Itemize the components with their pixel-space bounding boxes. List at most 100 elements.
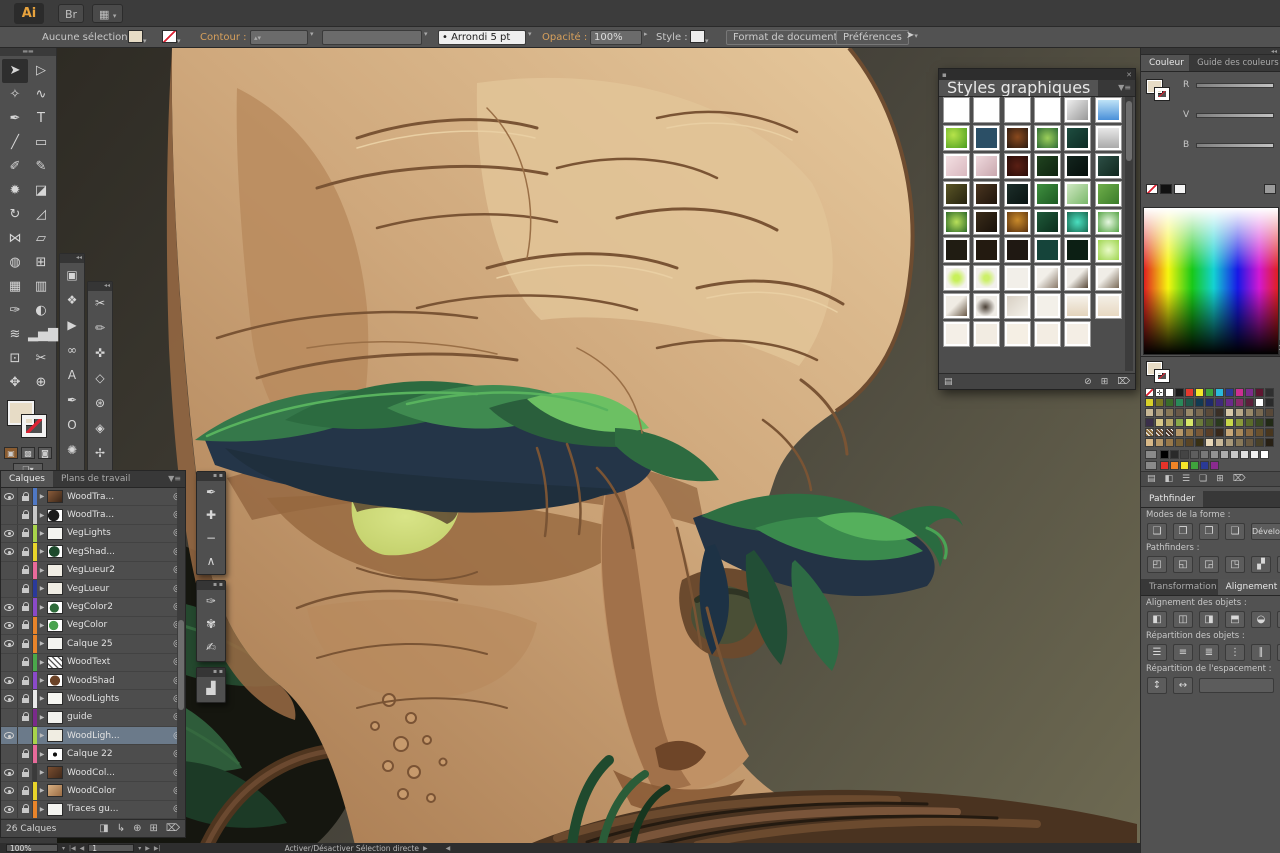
- green-slider[interactable]: V: [1177, 104, 1280, 126]
- color-swatch[interactable]: [1225, 398, 1234, 407]
- graphic-style-swatch[interactable]: [1095, 153, 1122, 179]
- color-group-folder-icon[interactable]: [1145, 461, 1157, 470]
- layer-row[interactable]: ▶VegColor2◎: [1, 598, 185, 616]
- graphic-style-swatch[interactable]: [1064, 321, 1091, 347]
- graphic-style-swatch[interactable]: [1004, 209, 1031, 235]
- rectangle-tool[interactable]: ▭: [28, 131, 54, 155]
- layer-row[interactable]: ▶WoodTra...◎: [1, 506, 185, 524]
- styles-library-icon[interactable]: ▤: [944, 377, 953, 387]
- color-swatch[interactable]: [1255, 388, 1264, 397]
- artboard-nav-field[interactable]: 1: [88, 844, 134, 852]
- graphic-style-swatch[interactable]: [973, 97, 1000, 123]
- color-swatch[interactable]: [1175, 438, 1184, 447]
- mesh-tool[interactable]: ▦: [2, 275, 28, 299]
- draw-inside-icon[interactable]: ◙: [38, 447, 52, 459]
- slice-tool[interactable]: ✂: [28, 347, 54, 371]
- layers-scrollbar[interactable]: [177, 488, 185, 819]
- distribute-bottom-icon[interactable]: ≣: [1199, 644, 1219, 661]
- color-swatch[interactable]: [1170, 461, 1179, 470]
- color-swatch[interactable]: [1210, 450, 1219, 459]
- visibility-toggle[interactable]: [1, 635, 18, 652]
- last-color-icon[interactable]: [1264, 184, 1276, 194]
- smooth-tool-icon[interactable]: ✍: [197, 636, 225, 659]
- graphic-style-swatch[interactable]: [943, 125, 970, 151]
- bridge-icon[interactable]: Br: [58, 4, 84, 23]
- layer-row[interactable]: ▶Calque 22◎: [1, 745, 185, 763]
- graph-palette-grip[interactable]: ▪ ▪: [197, 668, 225, 677]
- color-swatch[interactable]: [1195, 388, 1204, 397]
- collapsed-panel-icon-7[interactable]: ✢: [88, 441, 112, 466]
- eyedropper-tool[interactable]: ✑: [2, 299, 28, 323]
- color-swatch[interactable]: [1195, 418, 1204, 427]
- color-swatch[interactable]: [1175, 388, 1184, 397]
- hand-tool[interactable]: ✥: [2, 371, 28, 395]
- color-swatch[interactable]: [1265, 398, 1274, 407]
- color-swatch[interactable]: [1245, 428, 1254, 437]
- color-swatch[interactable]: [1165, 418, 1174, 427]
- line-segment-tool[interactable]: ╱: [2, 131, 28, 155]
- color-swatch[interactable]: [1155, 438, 1164, 447]
- graphic-style-swatch[interactable]: [1004, 97, 1031, 123]
- color-swatch[interactable]: [1265, 438, 1274, 447]
- zoom-level-field[interactable]: 100%: [6, 844, 58, 852]
- expand-arrow-icon[interactable]: ▶: [37, 493, 47, 500]
- color-swatch[interactable]: [1205, 428, 1214, 437]
- expand-arrow-icon[interactable]: ▶: [37, 751, 47, 758]
- graphic-style-swatch[interactable]: [1064, 153, 1091, 179]
- graphic-style-swatch[interactable]: [973, 153, 1000, 179]
- symbol-sprayer-tool[interactable]: ≋: [2, 323, 28, 347]
- shape-builder-tool[interactable]: ◍: [2, 251, 28, 275]
- distribute-center-v-icon[interactable]: ≡: [1173, 644, 1193, 661]
- divide-icon[interactable]: ◰: [1147, 556, 1167, 573]
- color-swatch[interactable]: [1215, 428, 1224, 437]
- lock-toggle[interactable]: [18, 745, 33, 762]
- graphic-style-swatch[interactable]: [973, 237, 1000, 263]
- expand-arrow-icon[interactable]: ▶: [37, 695, 47, 702]
- graphic-style-swatch[interactable]: [943, 209, 970, 235]
- dock-a-collapse-icon[interactable]: ◂◂: [60, 254, 84, 263]
- graphic-style-swatch[interactable]: [943, 293, 970, 319]
- graphic-style-swatch[interactable]: [1064, 209, 1091, 235]
- collapsed-panel-icon-6[interactable]: ◈: [88, 416, 112, 441]
- color-swatch[interactable]: [1245, 398, 1254, 407]
- color-swatch[interactable]: [1195, 438, 1204, 447]
- color-swatch[interactable]: [1170, 450, 1179, 459]
- expand-arrow-icon[interactable]: ▶: [37, 604, 47, 611]
- width-profile-field[interactable]: [322, 30, 422, 45]
- color-swatch[interactable]: [1265, 408, 1274, 417]
- graphic-style-swatch[interactable]: [973, 125, 1000, 151]
- visibility-toggle[interactable]: [1, 525, 18, 542]
- color-swatch[interactable]: [1165, 388, 1174, 397]
- color-swatch[interactable]: [1205, 438, 1214, 447]
- selection-tool[interactable]: ➤: [2, 59, 28, 83]
- preferences-button[interactable]: Préférences: [836, 30, 909, 45]
- color-swatch[interactable]: [1235, 438, 1244, 447]
- visibility-toggle[interactable]: [1, 654, 18, 671]
- graph-tool-icon[interactable]: ▟: [197, 677, 225, 700]
- color-swatch[interactable]: [1155, 418, 1164, 427]
- graphic-style-swatch[interactable]: [943, 265, 970, 291]
- opacity-dropdown-icon[interactable]: ▸: [644, 30, 648, 38]
- lock-toggle[interactable]: [18, 598, 33, 615]
- distribute-top-icon[interactable]: ☰: [1147, 644, 1167, 661]
- tab-transformation[interactable]: Transformation: [1141, 579, 1218, 595]
- graphic-style-swatch[interactable]: [1064, 265, 1091, 291]
- blob-brush-icon[interactable]: ✾: [197, 613, 225, 636]
- swatch-kinds-icon[interactable]: ◧: [1165, 474, 1174, 484]
- color-swatch[interactable]: [1265, 418, 1274, 427]
- lock-toggle[interactable]: [18, 525, 33, 542]
- color-swatch[interactable]: [1180, 450, 1189, 459]
- align-center-v-icon[interactable]: ◒: [1251, 611, 1271, 628]
- make-clip-mask-icon[interactable]: ◨: [99, 823, 108, 834]
- color-swatch[interactable]: [1190, 450, 1199, 459]
- color-swatch[interactable]: [1200, 461, 1209, 470]
- graphic-style-swatch[interactable]: [1004, 293, 1031, 319]
- expand-arrow-icon[interactable]: ▶: [37, 622, 47, 629]
- color-swatch[interactable]: [1255, 438, 1264, 447]
- new-color-group-icon[interactable]: ❏: [1199, 474, 1207, 484]
- expand-arrow-icon[interactable]: ▶: [37, 714, 47, 721]
- width-tool[interactable]: ⋈: [2, 227, 28, 251]
- graphic-style-swatch[interactable]: [973, 209, 1000, 235]
- visibility-toggle[interactable]: [1, 782, 18, 799]
- visibility-toggle[interactable]: [1, 801, 18, 818]
